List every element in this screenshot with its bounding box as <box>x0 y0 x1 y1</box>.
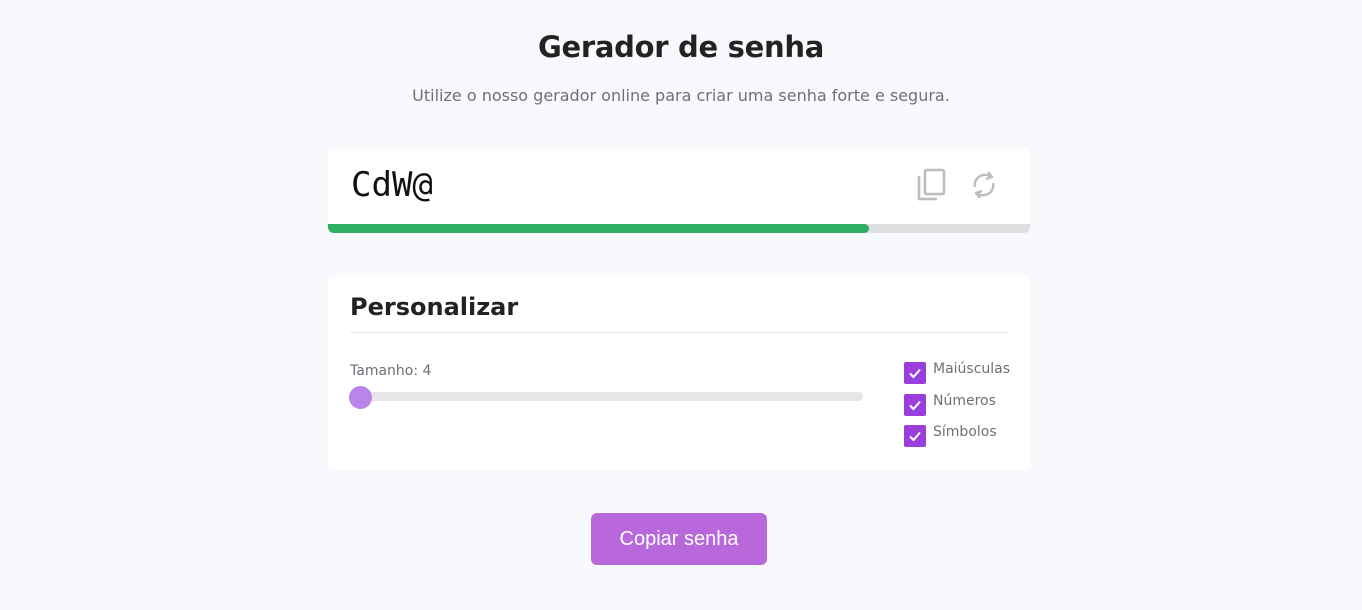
uppercase-checkbox[interactable] <box>904 362 926 384</box>
numbers-label: Números <box>933 393 996 409</box>
check-icon <box>909 431 921 442</box>
divider <box>350 332 1008 333</box>
symbols-label: Símbolos <box>933 424 997 440</box>
numbers-checkbox[interactable] <box>904 394 926 416</box>
length-slider[interactable] <box>349 386 863 409</box>
page-subtitle: Utilize o nosso gerador online para cria… <box>412 86 950 105</box>
slider-thumb[interactable] <box>349 386 372 409</box>
uppercase-label: Maiúsculas <box>933 361 1011 377</box>
page-title: Gerador de senha <box>538 30 824 64</box>
check-icon <box>909 368 921 379</box>
customize-title: Personalizar <box>350 293 519 321</box>
check-icon <box>909 400 921 411</box>
option-numbers[interactable]: Números <box>904 393 996 416</box>
password-display[interactable]: CdW@ <box>351 165 433 205</box>
length-label: Tamanho: 4 <box>350 363 432 379</box>
copy-password-main-button[interactable]: Copiar senha <box>591 513 767 565</box>
password-strength-fill <box>328 224 869 233</box>
symbols-checkbox[interactable] <box>904 425 926 447</box>
page: Gerador de senha Utilize o nosso gerador… <box>0 0 1362 610</box>
customize-card: Personalizar Tamanho: 4 Maiúsculas Númer… <box>328 276 1030 470</box>
regenerate-password-button[interactable] <box>966 167 1002 203</box>
password-strength-bar <box>328 224 1030 233</box>
copy-icon <box>917 168 946 201</box>
refresh-icon <box>973 171 995 199</box>
option-uppercase[interactable]: Maiúsculas <box>904 361 1010 384</box>
option-symbols[interactable]: Símbolos <box>904 424 997 447</box>
copy-password-button[interactable] <box>913 167 949 203</box>
slider-track <box>350 392 863 401</box>
password-card: CdW@ <box>328 149 1030 233</box>
